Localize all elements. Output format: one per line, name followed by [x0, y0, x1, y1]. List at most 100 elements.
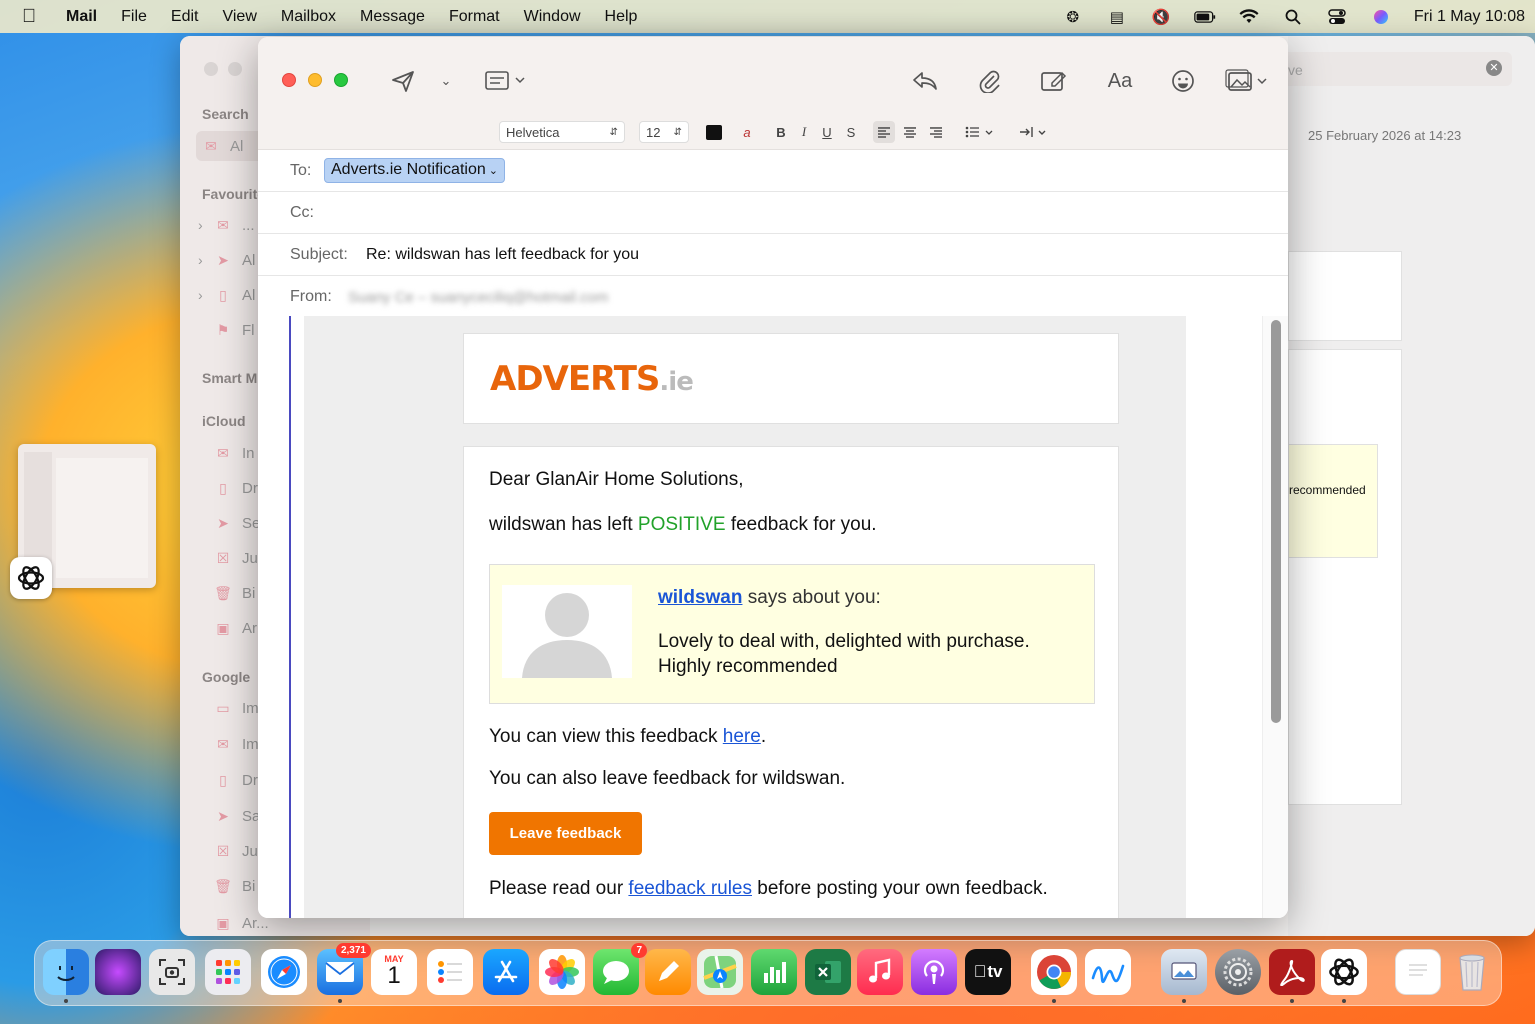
- send-icon[interactable]: [388, 67, 418, 95]
- menu-app-name[interactable]: Mail: [66, 8, 97, 26]
- reviewer-link[interactable]: wildswan: [658, 587, 742, 608]
- apple-tv-icon[interactable]: tv: [965, 949, 1011, 995]
- document-stack-icon[interactable]: [1395, 949, 1441, 995]
- menu-window[interactable]: Window: [524, 8, 581, 26]
- excel-icon[interactable]: [805, 949, 851, 995]
- scrollbar-thumb[interactable]: [1271, 320, 1281, 723]
- siri-app-icon[interactable]: [95, 949, 141, 995]
- menu-file[interactable]: File: [121, 8, 147, 26]
- battery-icon[interactable]: [1194, 8, 1216, 26]
- leave-feedback-button[interactable]: Leave feedback: [489, 812, 642, 855]
- maps-icon[interactable]: [697, 949, 743, 995]
- attachment-icon[interactable]: [974, 67, 1004, 95]
- feedback-box: wildswan says about you: Lovely to deal …: [489, 564, 1095, 704]
- safari-icon[interactable]: [261, 949, 307, 995]
- numbers-icon[interactable]: [751, 949, 797, 995]
- zoom-icon[interactable]: [334, 73, 348, 87]
- chrome-icon[interactable]: [1031, 949, 1077, 995]
- calendar-icon[interactable]: MAY 1: [371, 949, 417, 995]
- menu-edit[interactable]: Edit: [171, 8, 199, 26]
- minimize-icon[interactable]: [308, 73, 322, 87]
- font-family-select[interactable]: Helvetica ⇵: [499, 121, 625, 143]
- messages-icon[interactable]: 7: [593, 943, 647, 995]
- mail-app-icon[interactable]: 2,371: [317, 943, 371, 995]
- subject-label: Subject:: [290, 245, 348, 263]
- clock[interactable]: Fri 1 May 10:08: [1414, 8, 1525, 26]
- chevron-right-icon[interactable]: ›: [198, 217, 203, 233]
- chevron-down-icon[interactable]: ⌄: [489, 165, 498, 177]
- launchpad-icon[interactable]: [205, 949, 251, 995]
- underline-button[interactable]: U: [818, 121, 836, 143]
- screenshot-icon[interactable]: [149, 949, 195, 995]
- chatgpt-status-icon[interactable]: ❂: [1062, 8, 1084, 26]
- photo-browser-icon[interactable]: [1224, 67, 1270, 95]
- system-settings-icon[interactable]: [1215, 949, 1261, 995]
- running-indicator: [338, 999, 342, 1003]
- acrobat-icon[interactable]: [1269, 949, 1315, 995]
- control-center-icon[interactable]: [1326, 8, 1348, 26]
- freeform-icon[interactable]: [1085, 949, 1131, 995]
- list-style-icon[interactable]: [964, 121, 998, 143]
- inbox-icon: ✉: [217, 735, 229, 752]
- highlight-color-icon[interactable]: a: [736, 121, 758, 143]
- bg-close-icon[interactable]: [204, 62, 218, 76]
- header-fields-icon[interactable]: [480, 67, 530, 95]
- cc-field-row[interactable]: Cc:: [258, 192, 1288, 234]
- to-recipient-token[interactable]: Adverts.ie Notification ⌄: [324, 158, 505, 183]
- trash-icon: 🗑: [214, 584, 232, 601]
- search-field[interactable]: ve ✕: [1280, 52, 1512, 86]
- photos-icon[interactable]: [539, 949, 585, 995]
- indent-icon[interactable]: [1018, 121, 1052, 143]
- align-center-icon[interactable]: [899, 121, 921, 143]
- wifi-icon[interactable]: [1238, 8, 1260, 26]
- music-icon[interactable]: [857, 949, 903, 995]
- chatgpt-app-icon[interactable]: [10, 557, 52, 599]
- to-field-row[interactable]: To: Adverts.ie Notification ⌄: [258, 150, 1288, 192]
- menu-mailbox[interactable]: Mailbox: [281, 8, 336, 26]
- finder-icon[interactable]: [43, 949, 89, 995]
- menu-message[interactable]: Message: [360, 8, 425, 26]
- reminders-icon[interactable]: [427, 949, 473, 995]
- align-left-icon[interactable]: [873, 121, 895, 143]
- apple-menu-icon[interactable]: : [22, 6, 44, 28]
- font-size-select[interactable]: 12 ⇵: [639, 121, 689, 143]
- close-icon[interactable]: [282, 73, 296, 87]
- bold-button[interactable]: B: [772, 121, 790, 143]
- font-format-button[interactable]: Aa: [1104, 67, 1136, 95]
- view-feedback-link[interactable]: here: [723, 726, 761, 747]
- siri-icon[interactable]: [1370, 8, 1392, 26]
- align-right-icon[interactable]: [925, 121, 947, 143]
- leave-feedback-text: You can also leave feedback for wildswan…: [489, 768, 846, 789]
- text-color-swatch[interactable]: [705, 121, 723, 143]
- message-date: 25 February 2026 at 14:23: [1308, 128, 1462, 143]
- chevron-right-icon[interactable]: ›: [198, 287, 203, 303]
- search-icon[interactable]: [1282, 8, 1304, 26]
- menu-format[interactable]: Format: [449, 8, 500, 26]
- emoji-icon[interactable]: [1168, 67, 1198, 95]
- pages-icon[interactable]: [645, 949, 691, 995]
- mute-icon[interactable]: 🔇: [1150, 8, 1172, 26]
- markup-icon[interactable]: [1038, 67, 1070, 95]
- menu-view[interactable]: View: [222, 8, 256, 26]
- send-options-chevron-icon[interactable]: ⌄: [436, 67, 456, 95]
- chatgpt-dock-icon[interactable]: [1321, 949, 1367, 995]
- chevron-right-icon[interactable]: ›: [198, 252, 203, 268]
- app-store-icon[interactable]: [483, 949, 529, 995]
- clear-search-icon[interactable]: ✕: [1486, 60, 1502, 76]
- positive-label: POSITIVE: [637, 514, 726, 535]
- reply-icon[interactable]: [910, 67, 940, 95]
- bg-minimize-icon[interactable]: [228, 62, 242, 76]
- calendar-status-icon[interactable]: ▤: [1106, 8, 1128, 26]
- subject-input[interactable]: Re: wildswan has left feedback for you: [366, 246, 639, 264]
- from-account-select[interactable]: Suany Ce – suanyceciliq@hotmail.com: [348, 289, 608, 306]
- feedback-rules-link[interactable]: feedback rules: [628, 878, 752, 899]
- from-field-row[interactable]: From: Suany Ce – suanyceciliq@hotmail.co…: [258, 276, 1288, 318]
- preview-icon[interactable]: [1161, 949, 1207, 995]
- message-body[interactable]: ADVERTS.ie Dear GlanAir Home Solutions, …: [258, 316, 1288, 918]
- menu-help[interactable]: Help: [605, 8, 638, 26]
- subject-field-row[interactable]: Subject: Re: wildswan has left feedback …: [258, 234, 1288, 276]
- italic-button[interactable]: I: [795, 121, 813, 143]
- strikethrough-button[interactable]: S: [842, 121, 860, 143]
- podcasts-icon[interactable]: [911, 949, 957, 995]
- trash-icon[interactable]: [1449, 949, 1495, 995]
